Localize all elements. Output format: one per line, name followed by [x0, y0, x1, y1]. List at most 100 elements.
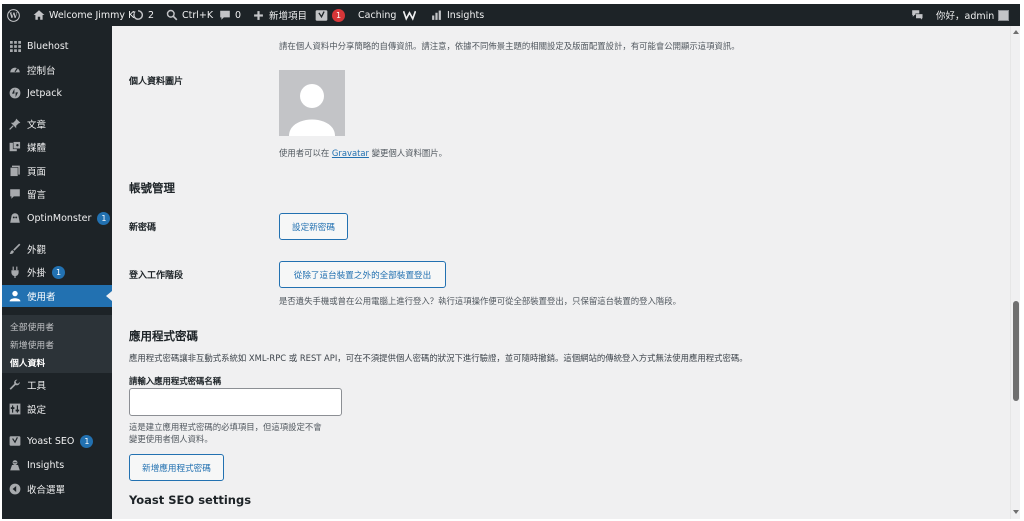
- search-icon: [165, 9, 178, 22]
- user-icon: [9, 290, 21, 302]
- svg-text:W: W: [8, 11, 18, 20]
- comments-menu[interactable]: 0: [218, 4, 241, 26]
- menu-item-media[interactable]: 媒體: [2, 136, 112, 158]
- menu-item-dashboard[interactable]: 控制台: [2, 59, 112, 81]
- new-content-menu[interactable]: 新增項目: [252, 4, 307, 26]
- menu-label: Yoast SEO: [27, 435, 75, 447]
- menu-item-optinmonster[interactable]: OptinMonster 1: [2, 207, 112, 229]
- wordpress-logo-menu[interactable]: W: [7, 4, 20, 26]
- w-logo-icon: [403, 9, 416, 22]
- count-badge: 1: [52, 265, 66, 279]
- pin-icon: [9, 118, 21, 130]
- grid-icon: [9, 40, 21, 52]
- logout-other-devices-button[interactable]: 從除了這台裝置之外的全部裝置登出: [279, 261, 446, 288]
- yoast-menu[interactable]: 1: [315, 4, 345, 26]
- search-shortcut-label: Ctrl+K: [182, 9, 214, 21]
- home-icon: [32, 9, 45, 22]
- sessions-label: 登入工作階段: [129, 271, 184, 281]
- menu-label: Jetpack: [27, 87, 62, 99]
- gravatar-prefix: 使用者可以在: [279, 148, 330, 158]
- plus-icon: [252, 9, 265, 22]
- set-new-password-button[interactable]: 設定新密碼: [279, 213, 348, 240]
- menu-label: Insights: [27, 459, 65, 471]
- menu-item-insights[interactable]: Insights: [2, 454, 112, 476]
- w-menu[interactable]: [403, 4, 416, 26]
- collapse-menu-button[interactable]: 收合選單: [2, 478, 112, 500]
- app-passwords-description: 應用程式密碼讓非互動式系統如 XML-RPC 或 REST API，可在不須提供…: [129, 353, 748, 363]
- comment-icon: [9, 188, 21, 200]
- menu-label: 工具: [27, 381, 47, 392]
- site-name: Welcome Jimmy K: [49, 9, 135, 21]
- scroll-up-arrow-icon[interactable]: [1013, 30, 1019, 34]
- comments-count: 0: [235, 9, 242, 21]
- new-password-label: 新密碼: [129, 223, 157, 233]
- app-name-help-line-2: 變更使用者個人資料。: [129, 434, 213, 444]
- menu-label: Bluehost: [27, 40, 69, 52]
- notifications-icon: [911, 9, 924, 22]
- notifications-menu[interactable]: [911, 4, 924, 26]
- menu-label: 留言: [27, 190, 47, 201]
- collapse-icon: [9, 483, 21, 495]
- scrollbar-thumb[interactable]: [1013, 301, 1019, 401]
- refresh-icon: [131, 9, 144, 22]
- insights-label: Insights: [447, 9, 485, 21]
- scroll-down-arrow-icon[interactable]: [1013, 510, 1019, 514]
- app-name-label: 請輸入應用程式密碼名稱: [129, 376, 222, 386]
- plugin-icon: [9, 266, 21, 278]
- insights-menu[interactable]: Insights: [430, 4, 484, 26]
- app-name-help-line-1: 這是建立應用程式密碼的必填項目，但這項設定不會: [129, 422, 322, 432]
- menu-label: 頁面: [27, 167, 47, 178]
- menu-label: 設定: [27, 405, 47, 416]
- caching-menu[interactable]: Caching: [358, 4, 396, 26]
- site-name-menu[interactable]: Welcome Jimmy K: [32, 4, 134, 26]
- sessions-description: 是否遺失手機或曾在公用電腦上進行登入？執行這項操作便可從全部裝置登出，只保留這台…: [279, 296, 681, 306]
- jetpack-icon: [9, 87, 21, 99]
- menu-label: 收合選單: [27, 485, 66, 496]
- menu-item-tools[interactable]: 工具: [2, 374, 112, 396]
- menu-label: 控制台: [27, 66, 56, 77]
- menu-item-bluehost[interactable]: Bluehost: [2, 35, 112, 57]
- menu-label: 文章: [27, 120, 47, 131]
- add-app-password-button[interactable]: 新增應用程式密碼: [129, 454, 224, 481]
- yoast-badge: 1: [332, 8, 345, 22]
- menu-item-settings[interactable]: 設定: [2, 398, 112, 420]
- menu-item-posts[interactable]: 文章: [2, 113, 112, 135]
- menu-item-jetpack[interactable]: Jetpack: [2, 82, 112, 104]
- menu-item-comments[interactable]: 留言: [2, 183, 112, 205]
- bio-description: 請在個人資料中分享簡略的自傳資訊。請注意，依據不同佈景主題的相關設定及版面配置設…: [279, 41, 740, 51]
- brush-icon: [9, 243, 21, 255]
- insights-icon: [9, 459, 21, 471]
- default-avatar-icon: [289, 84, 335, 136]
- account-menu[interactable]: 你好，admin: [936, 4, 1010, 26]
- menu-item-yoast-seo[interactable]: Yoast SEO 1: [2, 430, 112, 452]
- bar-chart-icon: [430, 9, 443, 22]
- avatar: [998, 9, 1010, 21]
- new-content-label: 新增項目: [269, 11, 308, 22]
- search-shortcut[interactable]: Ctrl+K: [165, 4, 213, 26]
- submenu-add-user[interactable]: 新增使用者: [10, 335, 54, 353]
- menu-item-appearance[interactable]: 外觀: [2, 238, 112, 260]
- wrench-icon: [9, 379, 21, 391]
- caching-label: Caching: [358, 9, 397, 21]
- greeting: 你好，admin: [936, 11, 995, 22]
- updates-menu[interactable]: 2: [131, 4, 154, 26]
- menu-item-plugins[interactable]: 外掛 1: [2, 261, 112, 283]
- submenu-profile[interactable]: 個人資料: [10, 353, 45, 371]
- gravatar-link[interactable]: Gravatar: [332, 148, 369, 158]
- settings-icon: [9, 403, 21, 415]
- app-passwords-heading: 應用程式密碼: [129, 329, 198, 343]
- gravatar-note: 使用者可以在 Gravatar 變更個人資料圖片。: [279, 147, 447, 159]
- submenu-all-users[interactable]: 全部使用者: [10, 317, 54, 335]
- gravatar-suffix: 變更個人資料圖片。: [371, 148, 447, 158]
- menu-item-pages[interactable]: 頁面: [2, 160, 112, 182]
- admin-sidebar: Bluehost 控制台 Jetpack 文章 媒體 頁面 留言 OptinMo…: [2, 26, 112, 519]
- wordpress-icon: W: [7, 8, 20, 22]
- profile-picture: [279, 70, 345, 136]
- browser-viewport: W Welcome Jimmy K 2 Ctrl+K 0 新增項目 1 Cach…: [2, 4, 1020, 519]
- app-name-input[interactable]: [129, 388, 342, 416]
- menu-item-users[interactable]: 使用者: [2, 285, 112, 307]
- profile-picture-label: 個人資料圖片: [129, 77, 184, 87]
- count-badge: 1: [80, 434, 94, 448]
- updates-count: 2: [148, 9, 155, 21]
- page-scrollbar[interactable]: [1010, 26, 1020, 519]
